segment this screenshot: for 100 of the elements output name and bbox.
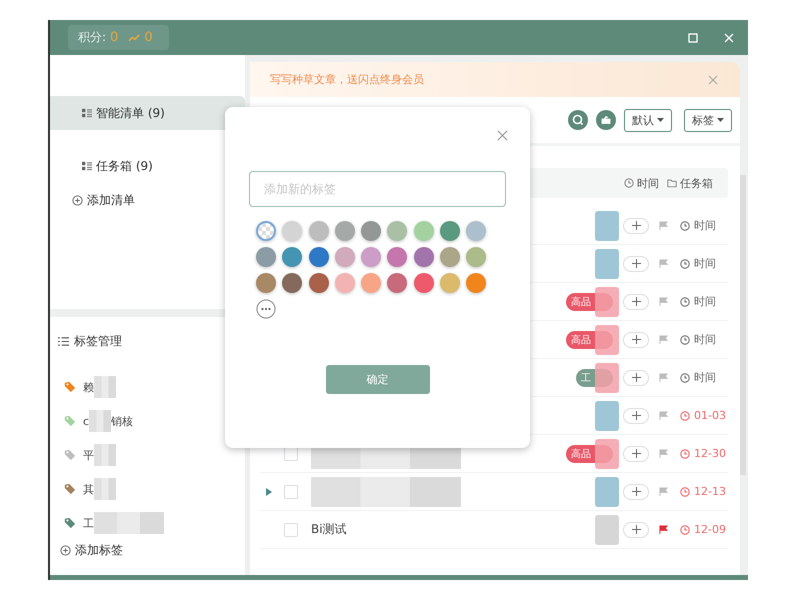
color-swatch[interactable] [440,247,460,267]
blurred-patch [595,400,619,430]
clock-icon [680,410,690,420]
color-swatch[interactable] [466,247,486,267]
add-pill[interactable] [623,332,649,348]
task-title[interactable]: Bi测试 [311,521,347,538]
blurred-patch [595,248,619,278]
color-swatch[interactable] [308,247,329,267]
tag-name[interactable]: 其 [83,482,94,496]
blurred-patch [595,362,619,392]
color-swatch[interactable] [440,273,460,293]
clock-icon [680,220,690,230]
list-icon [58,336,69,347]
color-swatch[interactable] [414,273,434,293]
color-swatch[interactable] [282,221,302,241]
color-swatch[interactable] [466,273,486,293]
blurred-patch [94,512,164,534]
flag-icon[interactable] [659,449,668,458]
tag-name-field[interactable]: 添加新的标签 [249,171,506,207]
plus-icon [632,373,640,382]
flag-icon[interactable] [659,487,668,496]
due-date[interactable]: 时间 [694,218,716,233]
caret-icon [717,118,724,122]
add-pill[interactable] [623,446,649,462]
list-icon [82,161,92,171]
tag-name[interactable]: 工 [83,516,94,530]
color-swatch[interactable] [361,247,382,267]
color-swatch[interactable] [308,221,329,241]
due-date[interactable]: 时间 [694,294,716,309]
color-swatch[interactable] [361,221,382,241]
color-swatch[interactable] [414,247,434,267]
add-pill[interactable] [623,408,649,424]
color-swatch[interactable] [282,247,302,267]
flag-icon[interactable] [659,411,668,420]
flag-icon[interactable] [659,297,668,306]
blurred-patch [94,478,116,500]
trend-icon [128,33,140,42]
color-swatch[interactable] [334,247,355,267]
flag-icon[interactable] [659,373,668,382]
blurred-patch [595,476,619,506]
add-pill[interactable] [623,522,649,538]
box-column-label[interactable]: 任务箱 [680,176,713,190]
checkbox[interactable] [284,522,298,536]
color-swatch[interactable] [387,247,408,267]
add-tag-button[interactable]: 添加标签 [50,542,245,559]
color-swatch[interactable] [334,273,355,293]
due-date[interactable]: 时间 [694,256,716,271]
more-icon[interactable] [256,299,276,319]
blurred-patch [595,210,619,240]
plus-icon [632,259,640,268]
time-column-label[interactable]: 时间 [637,176,659,190]
maximize-icon[interactable] [688,32,698,42]
sidebar-item[interactable]: 智能清单 (9) [50,96,245,130]
points-value: 0 [110,30,118,45]
flag-icon[interactable] [659,221,668,230]
points-label: 积分: [78,29,106,46]
flag-icon[interactable] [659,259,668,268]
tag-management-header[interactable]: 标签管理 [50,333,245,350]
add-pill[interactable] [623,484,649,500]
color-swatch[interactable] [387,273,408,293]
color-swatch[interactable] [361,273,382,293]
color-swatch[interactable] [308,273,329,293]
color-swatch[interactable] [387,221,408,241]
flag-icon[interactable] [659,525,668,534]
plus-icon [632,297,640,306]
folder-icon [667,178,677,188]
color-swatch[interactable] [414,221,434,241]
checkbox[interactable] [284,484,298,498]
close-icon[interactable] [497,130,508,141]
search-icon[interactable] [568,110,588,130]
clock-icon [624,178,634,188]
color-swatch[interactable] [282,273,302,293]
add-pill[interactable] [623,294,649,310]
color-swatch[interactable] [440,221,460,241]
expand-icon[interactable] [266,488,272,496]
blurred-patch [595,438,619,468]
due-date[interactable]: 时间 [694,370,716,385]
sidebar-item[interactable]: 任务箱 (9) [50,149,245,183]
tag-name[interactable]: 销核 [111,414,134,428]
add-pill[interactable] [623,218,649,234]
plus-icon [632,411,640,420]
add-pill[interactable] [623,370,649,386]
tag-filter-dropdown[interactable]: 标签 [684,108,732,132]
clock-icon [680,372,690,382]
tag-name[interactable]: 平 [83,448,94,462]
color-swatch[interactable] [256,247,276,267]
due-date[interactable]: 时间 [694,332,716,347]
basket-icon[interactable] [596,110,616,130]
clock-icon [680,296,690,306]
tag-name[interactable]: c [83,414,90,428]
flag-icon[interactable] [659,335,668,344]
color-swatch[interactable] [256,273,276,293]
sort-dropdown[interactable]: 默认 [624,108,672,132]
color-swatch[interactable] [466,221,486,241]
add-list-button[interactable]: 添加清单 [50,192,245,209]
tag-name[interactable]: 赖 [83,380,94,394]
add-pill[interactable] [623,256,649,272]
close-icon[interactable] [708,74,718,84]
color-swatch[interactable] [334,221,355,241]
no-color-swatch[interactable] [256,221,276,241]
